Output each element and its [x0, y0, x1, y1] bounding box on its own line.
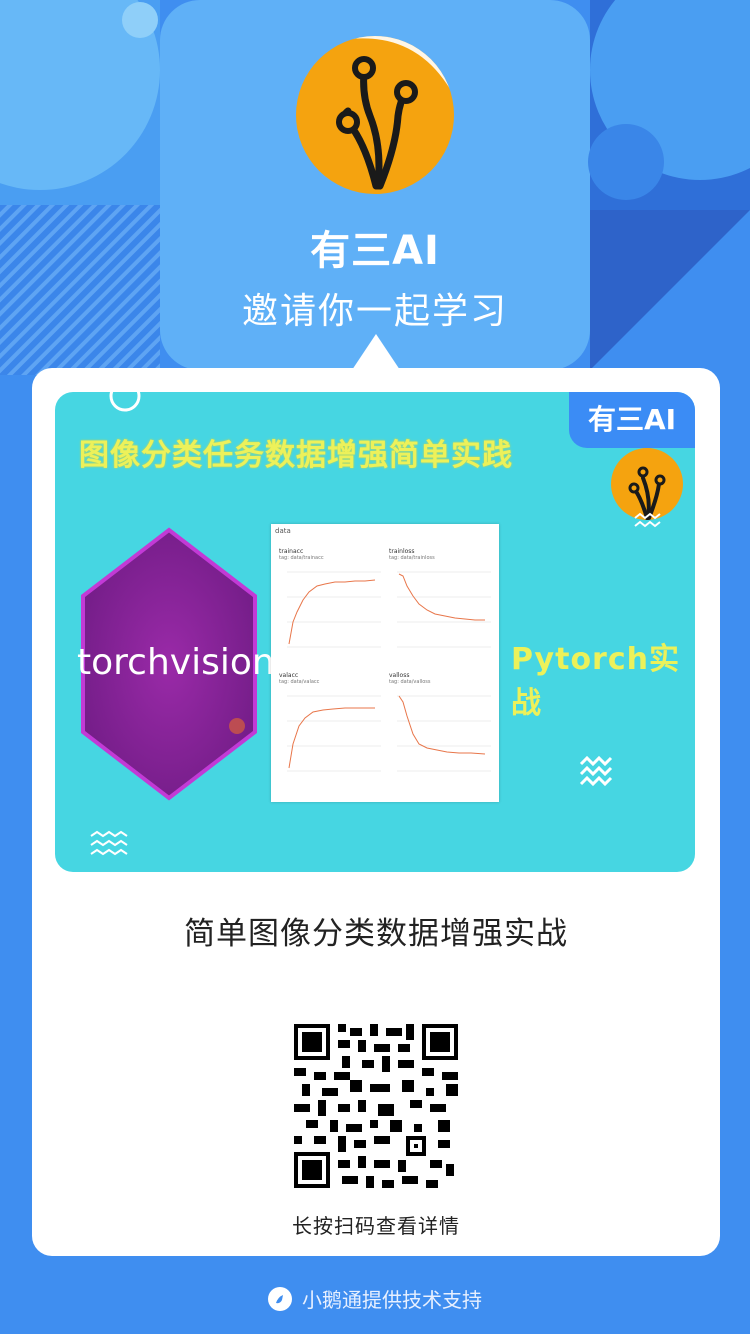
invite-text: 邀请你一起学习 [241, 291, 508, 332]
chart-name: valloss [389, 672, 410, 679]
chart-tag: tag: data/trainacc [279, 555, 324, 561]
cover-logo [611, 448, 683, 520]
chart-tag: tag: data/valloss [389, 679, 431, 685]
chart-trainacc: trainacc tag: data/trainacc [275, 546, 385, 664]
wave-decor-icon [634, 512, 661, 528]
header-logo [296, 36, 454, 194]
wave-decor-icon [90, 830, 128, 856]
footer-text: 小鹅通提供技术支持 [302, 1288, 482, 1312]
wave-decor-icon [579, 756, 613, 787]
brand-name: 有三AI [310, 228, 440, 274]
screenshot-tab-label: data [275, 527, 291, 535]
cover-title: 图像分类任务数据增强简单实践 [79, 438, 513, 473]
trainloss-line [397, 571, 491, 648]
tensorboard-screenshot: data trainacc tag: data/trainacc trainlo… [271, 524, 499, 802]
card-pointer [352, 334, 400, 370]
trainacc-line [287, 571, 381, 648]
tree-branch-logo-icon [336, 36, 454, 190]
course-title[interactable]: 简单图像分类数据增强实战 [32, 908, 720, 953]
torchvision-hexagon: torchvision [77, 526, 275, 802]
cover-brand-tag: 有三AI [569, 392, 695, 448]
chart-valloss: valloss tag: data/valloss [385, 670, 495, 788]
tree-branch-logo-icon [628, 466, 666, 520]
xiaoe-logo-icon [268, 1286, 292, 1311]
course-cover-image[interactable]: 图像分类任务数据增强简单实践 有三AI torchvision data tra… [55, 392, 695, 872]
footer: 小鹅通提供技术支持 [0, 1284, 750, 1313]
chart-name: trainacc [279, 548, 304, 555]
scan-hint: 长按扫码查看详情 [292, 1214, 460, 1238]
share-card[interactable]: 图像分类任务数据增强简单实践 有三AI torchvision data tra… [32, 368, 720, 1256]
pytorch-subtitle: Pytorch实战 [511, 642, 680, 721]
torchvision-logo-text: torchvision [77, 642, 275, 683]
decor-ring [109, 392, 141, 412]
chart-name: valacc [279, 672, 299, 679]
chart-valacc: valacc tag: data/valacc [275, 670, 385, 788]
chart-trainloss: trainloss tag: data/trainloss [385, 546, 495, 664]
valloss-line [397, 695, 491, 772]
chart-tag: tag: data/trainloss [389, 555, 435, 561]
valacc-line [287, 695, 381, 772]
chart-tag: tag: data/valacc [279, 679, 320, 685]
chart-name: trainloss [389, 548, 415, 555]
qr-code-icon[interactable] [294, 1024, 458, 1188]
